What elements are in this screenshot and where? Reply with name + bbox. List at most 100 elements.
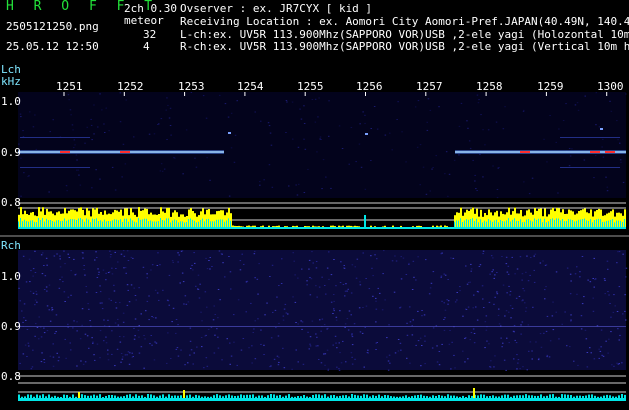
- noise-pixel: [32, 292, 35, 294]
- noise-pixel: [521, 300, 523, 302]
- lch-level-bar-cyan: [576, 220, 577, 227]
- noise-pixel: [569, 273, 572, 275]
- noise-pixel: [105, 107, 107, 109]
- noise-pixel: [469, 281, 471, 283]
- noise-pixel: [167, 332, 169, 334]
- rch-level-bar: [261, 395, 263, 398]
- noise-pixel: [570, 314, 572, 316]
- noise-pixel: [68, 99, 70, 101]
- noise-pixel: [108, 298, 110, 300]
- noise-pixel: [613, 365, 615, 367]
- noise-pixel: [526, 369, 528, 371]
- noise-pixel: [154, 289, 157, 291]
- rch-level-bar: [321, 395, 323, 398]
- noise-pixel: [126, 284, 129, 286]
- rch-level-bar: [582, 396, 584, 398]
- noise-pixel: [257, 318, 259, 320]
- lch-level-bar-cyan: [582, 219, 583, 227]
- noise-pixel: [375, 297, 377, 299]
- lch-level-bar-cyan: [216, 219, 217, 227]
- noise-pixel: [25, 281, 28, 283]
- noise-pixel: [607, 352, 609, 354]
- noise-pixel: [80, 360, 82, 362]
- noise-pixel: [443, 273, 445, 275]
- noise-pixel: [561, 323, 563, 325]
- noise-pixel: [84, 142, 86, 144]
- rch-level-bar: [399, 396, 401, 398]
- noise-pixel: [25, 319, 27, 321]
- noise-pixel: [121, 358, 124, 360]
- noise-pixel: [419, 337, 422, 339]
- noise-pixel: [52, 356, 55, 358]
- lch-hot-spot: [120, 151, 130, 153]
- noise-pixel: [90, 118, 92, 120]
- noise-pixel: [558, 338, 560, 340]
- noise-pixel: [484, 321, 487, 323]
- hroft-display: H R O F F T 2505121250.png 25.05.12 12:5…: [0, 0, 629, 410]
- noise-pixel: [59, 279, 61, 281]
- noise-pixel: [120, 353, 123, 354]
- noise-pixel: [76, 330, 78, 332]
- noise-pixel: [328, 278, 330, 280]
- rch-level-bar: [330, 395, 332, 398]
- noise-pixel: [114, 251, 116, 253]
- lch-level-bar-cyan: [528, 219, 529, 227]
- noise-pixel: [126, 304, 129, 306]
- noise-pixel: [429, 190, 431, 192]
- noise-pixel: [476, 290, 479, 292]
- noise-pixel: [594, 279, 596, 281]
- noise-pixel: [537, 359, 540, 361]
- noise-pixel: [19, 300, 21, 302]
- noise-pixel: [534, 253, 537, 255]
- lch-level-bar: [306, 226, 308, 227]
- noise-pixel: [213, 305, 215, 307]
- noise-pixel: [133, 136, 135, 138]
- noise-pixel: [333, 310, 335, 312]
- noise-pixel: [243, 263, 245, 265]
- noise-pixel: [552, 329, 555, 331]
- noise-pixel: [97, 126, 99, 128]
- lch-level-bar-cyan: [560, 220, 561, 227]
- noise-pixel: [529, 341, 532, 343]
- noise-pixel: [272, 311, 274, 313]
- noise-pixel: [377, 287, 379, 289]
- noise-pixel: [600, 346, 602, 348]
- noise-pixel: [275, 327, 277, 329]
- noise-pixel: [618, 339, 620, 341]
- noise-pixel: [489, 366, 492, 368]
- noise-pixel: [233, 314, 235, 316]
- rch-level-bar: [546, 395, 548, 398]
- noise-pixel: [76, 169, 78, 171]
- noise-pixel: [570, 280, 572, 282]
- lch-level-bar-cyan: [574, 221, 575, 227]
- noise-pixel: [138, 336, 140, 338]
- noise-pixel: [508, 342, 510, 344]
- noise-pixel: [99, 330, 102, 332]
- noise-pixel: [79, 184, 82, 186]
- noise-pixel: [350, 314, 352, 316]
- noise-pixel: [99, 291, 102, 293]
- noise-pixel: [198, 297, 201, 299]
- noise-pixel: [346, 290, 348, 292]
- rch-level-bar: [600, 396, 602, 398]
- noise-pixel: [351, 336, 354, 338]
- noise-pixel: [406, 322, 408, 324]
- lch-level-bar: [346, 225, 348, 227]
- noise-pixel: [76, 365, 78, 367]
- noise-pixel: [56, 253, 58, 255]
- noise-pixel: [308, 259, 311, 261]
- rch-level-bar: [495, 396, 497, 398]
- noise-pixel: [496, 272, 498, 273]
- rch-level-bar: [450, 395, 452, 398]
- noise-pixel: [417, 256, 419, 258]
- lch-level-bar-cyan: [496, 219, 497, 227]
- noise-pixel: [579, 276, 581, 278]
- lch-level-bar-cyan: [500, 219, 501, 227]
- noise-pixel: [182, 281, 185, 283]
- noise-pixel: [130, 256, 133, 258]
- rch-level-bar: [129, 394, 131, 398]
- noise-pixel: [199, 283, 201, 285]
- noise-pixel: [382, 273, 384, 275]
- noise-pixel: [470, 263, 472, 265]
- noise-pixel: [533, 255, 535, 257]
